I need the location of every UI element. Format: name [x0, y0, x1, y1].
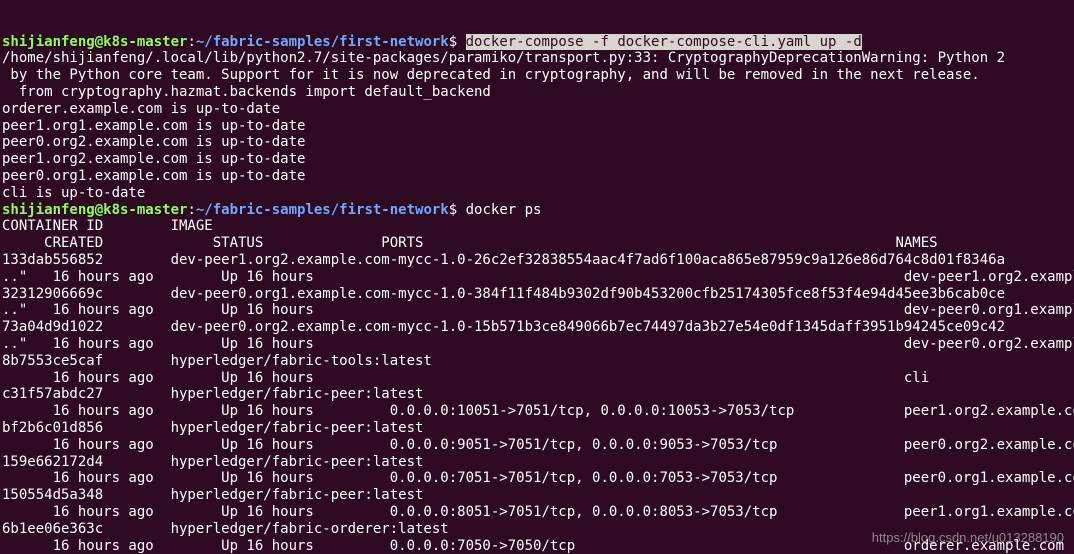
ps-row: 150554d5a348 hyperledger/fabric-peer:lat…: [2, 487, 1039, 503]
prompt-path: ~/fabric-samples/first-network: [196, 34, 449, 50]
ps-row: 16 hours ago Up 16 hours 0.0.0.0:9051->7…: [2, 437, 1074, 453]
up-line: cli is up-to-date: [2, 185, 145, 201]
up-line: peer0.org1.example.com is up-to-date: [2, 168, 305, 184]
ps-row: 73a04d9d1022 dev-peer0.org2.example.com-…: [2, 319, 1005, 335]
command-2: docker ps: [466, 202, 542, 218]
ps-row: 133dab556852 dev-peer1.org2.example.com-…: [2, 252, 1005, 268]
terminal-output[interactable]: shijianfeng@k8s-master:~/fabric-samples/…: [0, 0, 1074, 554]
ps-row: 16 hours ago Up 16 hours 0.0.0.0:8051->7…: [2, 504, 1074, 520]
ps-header-2: CREATED STATUS PORTS NAMES: [2, 235, 938, 251]
ps-row: 16 hours ago Up 16 hours 0.0.0.0:7051->7…: [2, 470, 1074, 486]
up-line: peer1.org2.example.com is up-to-date: [2, 151, 305, 167]
ps-row: c31f57abdc27 hyperledger/fabric-peer:lat…: [2, 386, 1039, 402]
truncated-prev-line: [2, 17, 491, 33]
prompt-user: shijianfeng@k8s-master: [2, 202, 187, 218]
up-line: orderer.example.com is up-to-date: [2, 101, 280, 117]
command-1-selected[interactable]: docker-compose -f docker-compose-cli.yam…: [466, 34, 862, 50]
prompt-sep: :: [187, 34, 195, 50]
prompt-dollar: $: [449, 202, 466, 218]
ps-row: 8b7553ce5caf hyperledger/fabric-tools:la…: [2, 353, 1039, 369]
ps-row: .." 16 hours ago Up 16 hours dev-peer0.o…: [2, 336, 1074, 352]
up-line: peer1.org1.example.com is up-to-date: [2, 118, 305, 134]
ps-header-1: CONTAINER ID IMAGE: [2, 218, 1039, 234]
warn-line-1: /home/shijianfeng/.local/lib/python2.7/s…: [2, 50, 1005, 66]
up-line: peer0.org2.example.com is up-to-date: [2, 134, 305, 150]
ps-row: 16 hours ago Up 16 hours cli: [2, 370, 929, 386]
prompt-path: ~/fabric-samples/first-network: [196, 202, 449, 218]
watermark: https://blog.csdn.net/u013288190: [872, 530, 1064, 546]
ps-row: .." 16 hours ago Up 16 hours dev-peer0.o…: [2, 302, 1074, 318]
warn-line-2: by the Python core team. Support for it …: [2, 67, 980, 83]
ps-row: bf2b6c01d856 hyperledger/fabric-peer:lat…: [2, 420, 1039, 436]
ps-row: 32312906669c dev-peer0.org1.example.com-…: [2, 286, 1005, 302]
prompt-user: shijianfeng@k8s-master: [2, 34, 187, 50]
warn-line-3: from cryptography.hazmat.backends import…: [2, 84, 491, 100]
prompt-dollar: $: [449, 34, 466, 50]
prompt-sep: :: [187, 202, 195, 218]
ps-row: 16 hours ago Up 16 hours 0.0.0.0:10051->…: [2, 403, 1074, 419]
ps-row: 159e662172d4 hyperledger/fabric-peer:lat…: [2, 454, 1039, 470]
ps-row: .." 16 hours ago Up 16 hours dev-peer1.o…: [2, 269, 1074, 285]
